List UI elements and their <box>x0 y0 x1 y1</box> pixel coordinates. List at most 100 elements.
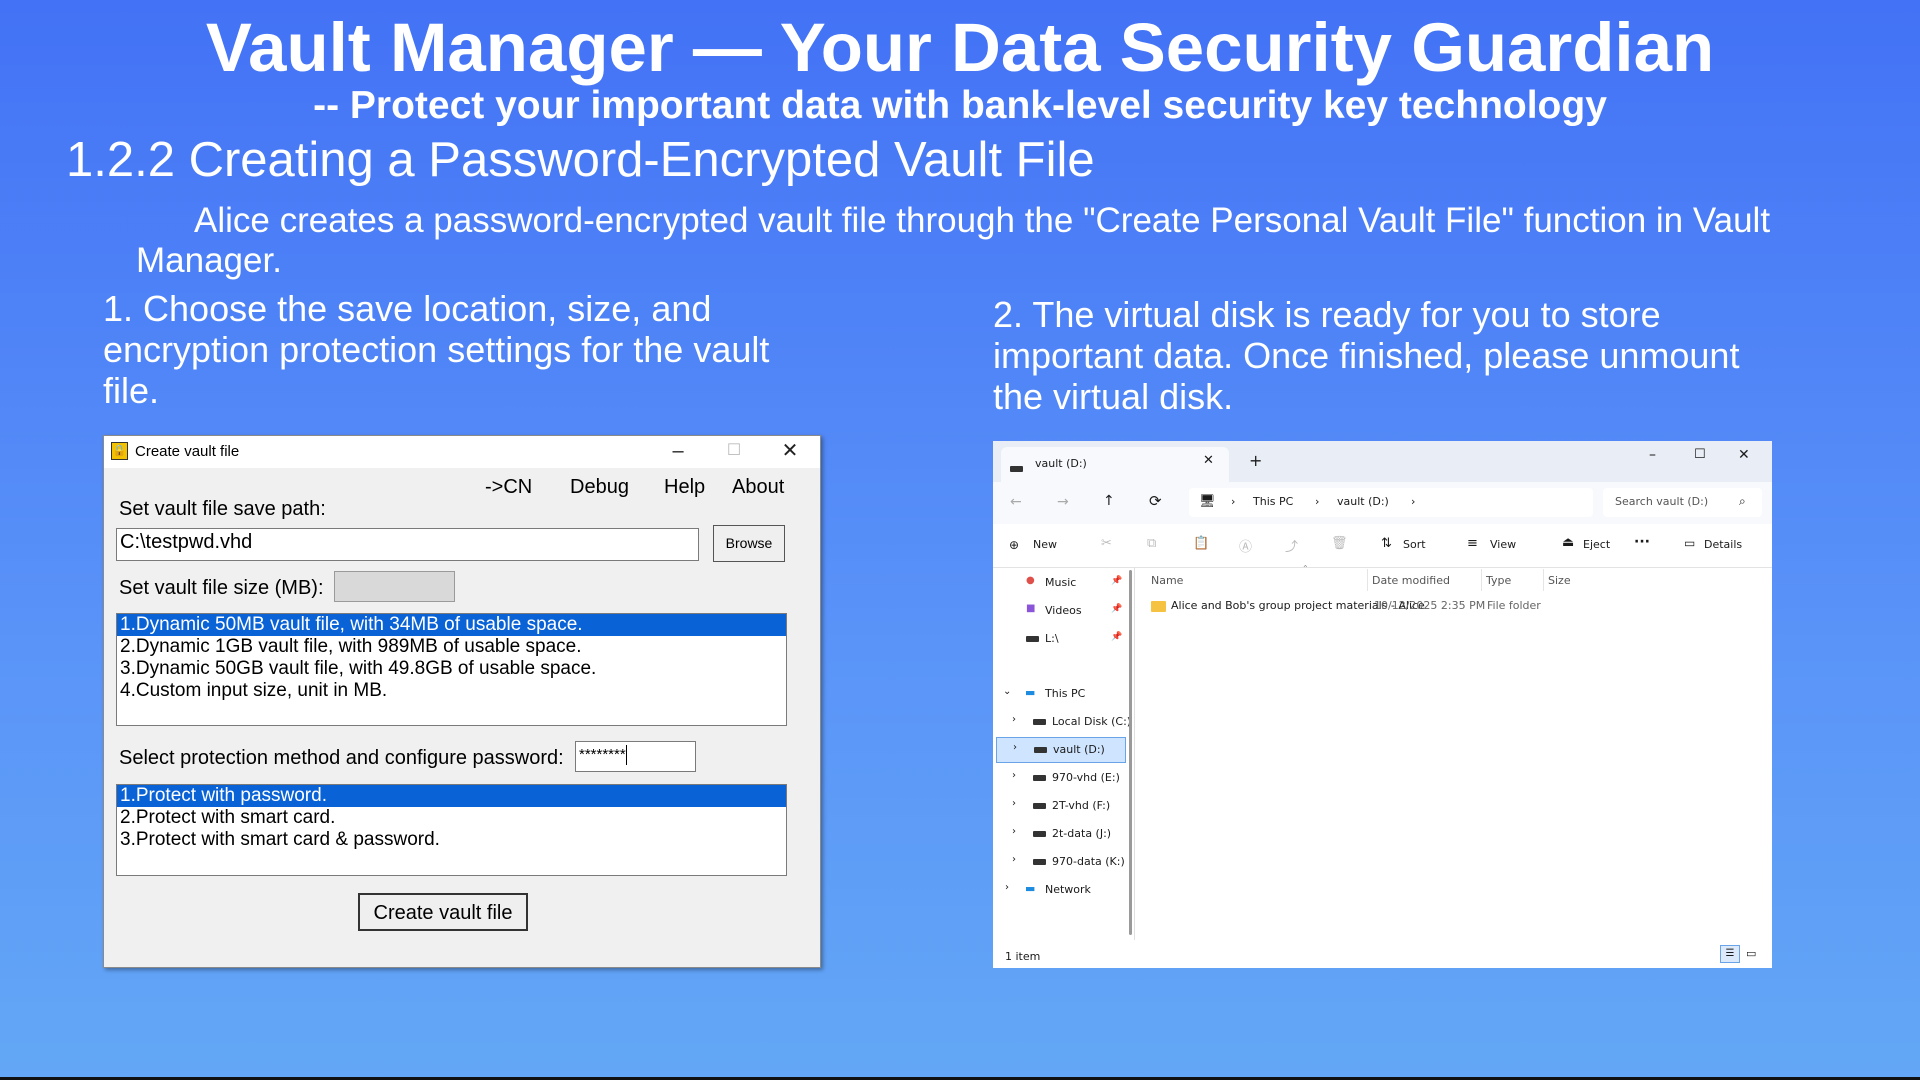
delete-icon[interactable]: 🗑 <box>1331 536 1348 551</box>
menu-help[interactable]: Help <box>664 476 705 499</box>
size-option[interactable]: 3.Dynamic 50GB vault file, with 49.8GB o… <box>117 658 786 680</box>
chevron-down-icon[interactable]: ⌄ <box>1003 686 1011 697</box>
step-2-text: 2. The virtual disk is ready for you to … <box>993 294 1740 417</box>
protection-options-list[interactable]: 1.Protect with password. 2.Protect with … <box>116 784 787 876</box>
dialog-titlebar[interactable]: 🔒 Create vault file – ☐ ✕ <box>104 436 820 468</box>
share-icon[interactable]: ⤴ <box>1285 536 1298 555</box>
protection-label: Select protection method and configure p… <box>119 747 564 769</box>
nav-label: L:\ <box>1045 632 1059 645</box>
navigation-pane: ● Music 📌 ■ Videos 📌 L:\ 📌 ⌄ ▬ This PC ›… <box>993 567 1133 940</box>
column-header-type[interactable]: Type <box>1486 574 1511 587</box>
sort-button[interactable]: Sort <box>1403 538 1426 551</box>
create-vault-dialog: 🔒 Create vault file – ☐ ✕ ->CN Debug Hel… <box>103 435 821 968</box>
column-divider <box>1543 569 1544 591</box>
text-cursor <box>625 745 627 766</box>
new-tab-plus-icon[interactable]: + <box>1249 451 1262 470</box>
details-view-icon[interactable]: ☰ <box>1720 945 1740 963</box>
nav-item-music[interactable]: ● Music 📌 <box>993 570 1128 596</box>
menu-about[interactable]: About <box>732 476 784 499</box>
nav-label: This PC <box>1045 687 1086 700</box>
eject-button[interactable]: Eject <box>1583 538 1610 551</box>
nav-item-videos[interactable]: ■ Videos 📌 <box>993 598 1128 624</box>
rename-icon[interactable]: Ⓐ <box>1239 536 1252 555</box>
more-options-icon[interactable]: ··· <box>1634 534 1650 550</box>
nav-item-drive-c[interactable]: › Local Disk (C:) <box>993 709 1132 735</box>
address-bar[interactable]: 🖥 › This PC › vault (D:) › <box>1189 488 1593 517</box>
explorer-close-icon[interactable]: ✕ <box>1738 447 1750 463</box>
minimize-button[interactable]: – <box>655 436 701 468</box>
password-value: ******** <box>579 746 626 763</box>
chevron-right-icon[interactable]: › <box>1005 882 1009 893</box>
copy-icon[interactable]: ⧉ <box>1147 536 1156 551</box>
password-input[interactable]: ******** <box>575 741 696 772</box>
details-button[interactable]: Details <box>1704 538 1742 551</box>
nav-item-drive-e[interactable]: › 970-vhd (E:) <box>993 765 1128 791</box>
column-header-name[interactable]: Name <box>1151 574 1183 587</box>
nav-label: Local Disk (C:) <box>1052 715 1132 728</box>
explorer-maximize-icon[interactable]: ☐ <box>1694 447 1706 462</box>
maximize-button[interactable]: ☐ <box>711 436 757 468</box>
nav-item-drive-j[interactable]: › 2t-data (J:) <box>993 821 1128 847</box>
nav-item-drive-f[interactable]: › 2T-vhd (F:) <box>993 793 1128 819</box>
nav-item-this-pc[interactable]: ⌄ ▬ This PC <box>993 681 1128 707</box>
menu-debug[interactable]: Debug <box>570 476 629 499</box>
nav-item-l-drive[interactable]: L:\ 📌 <box>993 626 1128 652</box>
drive-icon <box>1033 771 1046 784</box>
forward-arrow-icon[interactable]: → <box>1057 494 1069 510</box>
paste-icon[interactable]: 📋 <box>1193 536 1209 551</box>
drive-icon <box>1034 743 1047 756</box>
chevron-right-icon[interactable]: › <box>1012 798 1016 809</box>
tiles-view-icon[interactable]: ▭ <box>1746 947 1756 960</box>
protection-option[interactable]: 1.Protect with password. <box>117 785 786 807</box>
chevron-right-icon[interactable]: › <box>1013 742 1017 753</box>
nav-item-network[interactable]: › ▬ Network <box>993 877 1128 903</box>
protection-option[interactable]: 2.Protect with smart card. <box>117 807 786 829</box>
chevron-right-icon[interactable]: › <box>1012 854 1016 865</box>
explorer-command-bar: ⊕ New ✂ ⧉ 📋 Ⓐ ⤴ 🗑 ⇅ Sort ≡ View ⏏ Eject … <box>993 524 1772 568</box>
drive-icon <box>1010 458 1023 477</box>
cut-icon[interactable]: ✂ <box>1101 536 1112 551</box>
nav-item-vault-d[interactable]: › vault (D:) <box>996 737 1126 763</box>
protection-option[interactable]: 3.Protect with smart card & password. <box>117 829 786 851</box>
videos-icon: ■ <box>1026 603 1036 614</box>
column-header-row: Name Date modified Type Size <box>1141 569 1772 593</box>
size-options-list[interactable]: 1.Dynamic 50MB vault file, with 34MB of … <box>116 613 787 726</box>
save-path-input[interactable]: C:\testpwd.vhd <box>116 528 699 561</box>
tab-close-icon[interactable]: ✕ <box>1203 453 1214 468</box>
size-option[interactable]: 4.Custom input size, unit in MB. <box>117 680 786 702</box>
nav-item-drive-k[interactable]: › 970-data (K:) <box>993 849 1128 875</box>
explorer-tab[interactable]: vault (D:) ✕ <box>1001 447 1229 482</box>
new-button[interactable]: New <box>1033 538 1057 551</box>
file-row[interactable]: Alice and Bob's group project materials … <box>1141 595 1772 617</box>
drive-icon <box>1026 632 1039 645</box>
breadcrumb-vault[interactable]: vault (D:) <box>1337 495 1389 508</box>
nav-label: Network <box>1045 883 1091 896</box>
up-arrow-icon[interactable]: ↑ <box>1103 493 1115 509</box>
refresh-icon[interactable]: ⟳ <box>1149 492 1162 510</box>
size-option[interactable]: 2.Dynamic 1GB vault file, with 989MB of … <box>117 636 786 658</box>
size-input[interactable] <box>334 571 455 602</box>
column-divider <box>1367 569 1368 591</box>
breadcrumb-this-pc[interactable]: This PC <box>1253 495 1293 508</box>
chevron-right-icon[interactable]: › <box>1012 826 1016 837</box>
column-header-size[interactable]: Size <box>1548 574 1571 587</box>
nav-scrollbar[interactable] <box>1129 570 1132 935</box>
monitor-icon: ▬ <box>1025 686 1036 699</box>
nav-label: 970-vhd (E:) <box>1052 771 1120 784</box>
chevron-right-icon[interactable]: › <box>1012 770 1016 781</box>
search-box[interactable]: Search vault (D:) ⌕ <box>1603 488 1762 517</box>
create-vault-button[interactable]: Create vault file <box>358 893 528 931</box>
column-header-date[interactable]: Date modified <box>1372 574 1450 587</box>
explorer-minimize-icon[interactable]: – <box>1649 447 1656 463</box>
chevron-right-icon[interactable]: › <box>1012 714 1016 725</box>
column-divider <box>1481 569 1482 591</box>
close-button[interactable]: ✕ <box>767 436 813 468</box>
size-label: Set vault file size (MB): <box>119 577 324 599</box>
dialog-title: Create vault file <box>135 443 240 460</box>
menu-cn[interactable]: ->CN <box>485 476 532 499</box>
nav-label: 2t-data (J:) <box>1052 827 1112 840</box>
view-button[interactable]: View <box>1490 538 1516 551</box>
size-option[interactable]: 1.Dynamic 50MB vault file, with 34MB of … <box>117 614 786 636</box>
browse-button[interactable]: Browse <box>713 525 785 562</box>
back-arrow-icon[interactable]: ← <box>1010 494 1022 510</box>
